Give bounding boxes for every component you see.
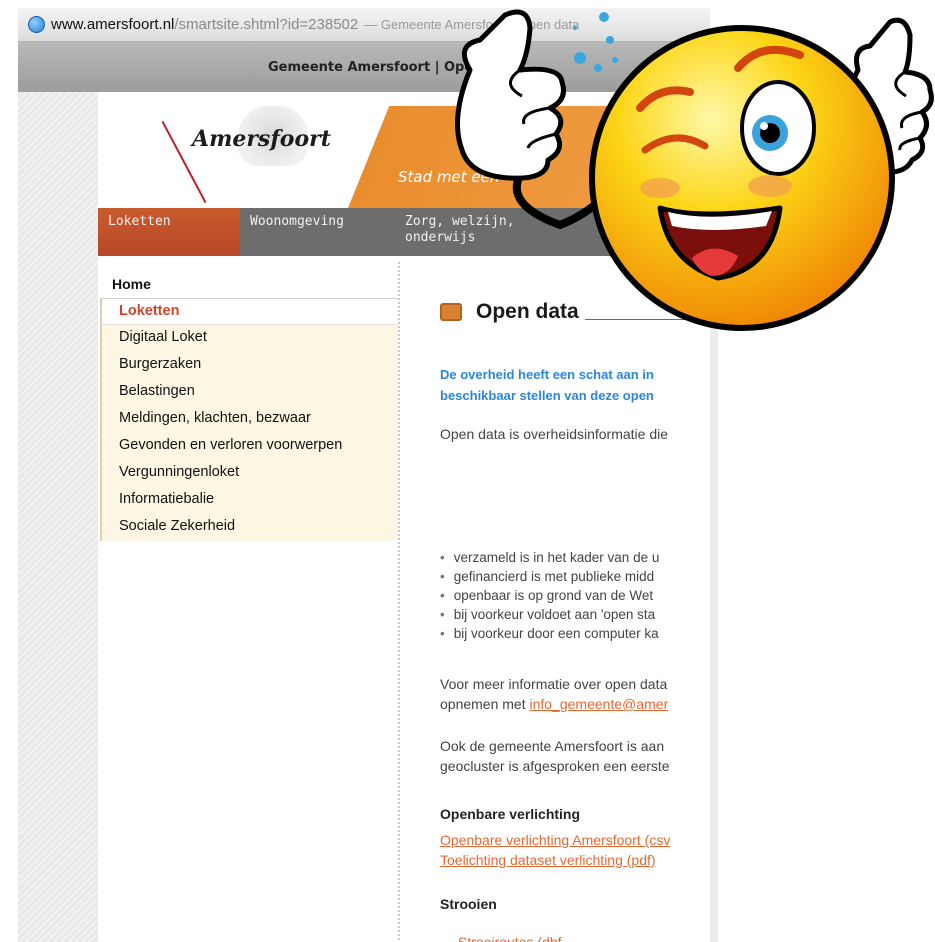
- section-heading: Strooien: [440, 896, 497, 912]
- section-heading: Openbare verlichting: [440, 806, 581, 822]
- sidebar-item-loketten[interactable]: Loketten: [102, 298, 398, 325]
- url-page-title: — Gemeente Amersfoort | Open data: [364, 17, 580, 32]
- main-content: Open data De overheid heeft een schat aa…: [440, 292, 710, 942]
- right-thumb-hand: [842, 17, 934, 175]
- dataset-link[interactable]: Toelichting dataset verlichting (pdf): [440, 852, 656, 868]
- dataset-link[interactable]: Openbare verlichting Amersfoort (csv: [440, 832, 670, 848]
- paragraph-line: Ook de gemeente Amersfoort is aan: [440, 738, 665, 754]
- paragraph-line: Voor meer informatie over open data: [440, 676, 668, 692]
- sidebar-list: Loketten Digitaal Loket Burgerzaken Bela…: [100, 298, 398, 541]
- nav-item-zorg[interactable]: Zorg, welzijn, onderwijs: [395, 208, 525, 256]
- sidebar-item-belastingen[interactable]: Belastingen: [102, 379, 398, 406]
- page-heading: Open data: [440, 292, 710, 332]
- header-tagline: Stad met een: [398, 168, 500, 186]
- header-banner: [348, 106, 710, 208]
- window-titlebar: Gemeente Amersfoort | Open data: [18, 42, 710, 92]
- paragraph-line: opnemen met info_gemeente@amer: [440, 694, 668, 714]
- link-group: Openbare verlichting Amersfoort (csv Toe…: [440, 830, 670, 870]
- right-arm: [826, 126, 874, 174]
- paragraph-text: opnemen met: [440, 696, 530, 712]
- page-background-right: [710, 92, 718, 942]
- sidebar-item-gevonden[interactable]: Gevonden en verloren voorwerpen: [102, 433, 398, 460]
- sidebar-item-vergunningenloket[interactable]: Vergunningenloket: [102, 460, 398, 487]
- sidebar-item-sociale-zekerheid[interactable]: Sociale Zekerheid: [102, 514, 398, 541]
- list-item: openbaar is op grond van de Wet: [440, 586, 659, 605]
- sidebar-item-meldingen[interactable]: Meldingen, klachten, bezwaar: [102, 406, 398, 433]
- intro-text: De overheid heeft een schat aan in besch…: [440, 364, 654, 406]
- site-header: Amersfoort Stad met een: [98, 96, 710, 208]
- list-item: bij voorkeur door een computer ka: [440, 624, 659, 643]
- sidebar: Home Loketten Digitaal Loket Burgerzaken…: [100, 270, 398, 541]
- dataset-link[interactable]: Strooiroutes (dbf: [458, 934, 562, 942]
- email-link[interactable]: info_gemeente@amer: [530, 696, 669, 712]
- paragraph-line: geocluster is afgesproken een eerste: [440, 758, 670, 774]
- intro-line: beschikbaar stellen van deze open: [440, 388, 654, 403]
- sidebar-home[interactable]: Home: [100, 270, 398, 298]
- nav-item-loketten[interactable]: Loketten: [98, 208, 240, 256]
- sidebar-item-digitaal-loket[interactable]: Digitaal Loket: [102, 325, 398, 352]
- main-nav: Loketten Woonomgeving Zorg, welzijn, ond…: [98, 208, 710, 256]
- list-item: verzameld is in het kader van de u: [440, 548, 660, 567]
- url-host: www.amersfoort.nl: [51, 16, 175, 33]
- link-group: Strooiroutes (dbf: [440, 932, 562, 942]
- title-rule: [584, 318, 710, 320]
- nav-item-woonomgeving[interactable]: Woonomgeving: [240, 208, 395, 256]
- address-bar[interactable]: www.amersfoort.nl /smartsite.shtml?id=23…: [18, 8, 710, 42]
- page-title: Open data: [476, 300, 579, 323]
- column-divider: [398, 262, 400, 942]
- bullet-list: verzameld is in het kader van de u gefin…: [440, 548, 660, 643]
- folder-icon: [440, 303, 462, 321]
- sidebar-item-burgerzaken[interactable]: Burgerzaken: [102, 352, 398, 379]
- url-path: /smartsite.shtml?id=238502: [174, 16, 359, 33]
- globe-icon: [28, 16, 45, 33]
- list-item: bij voorkeur voldoet aan 'open sta: [440, 605, 659, 624]
- paragraph: Ook de gemeente Amersfoort is aan geoclu…: [440, 736, 670, 776]
- paragraph: Voor meer informatie over open data opne…: [440, 674, 668, 714]
- intro-line: De overheid heeft een schat aan in: [440, 367, 654, 382]
- site-logo[interactable]: Amersfoort: [192, 126, 331, 152]
- list-item: gefinancierd is met publieke midd: [440, 567, 659, 586]
- page-background-left: [18, 92, 98, 942]
- window-title: Gemeente Amersfoort | Open data: [267, 59, 520, 75]
- paragraph: Open data is overheidsinformatie die: [440, 426, 669, 442]
- sidebar-item-informatiebalie[interactable]: Informatiebalie: [102, 487, 398, 514]
